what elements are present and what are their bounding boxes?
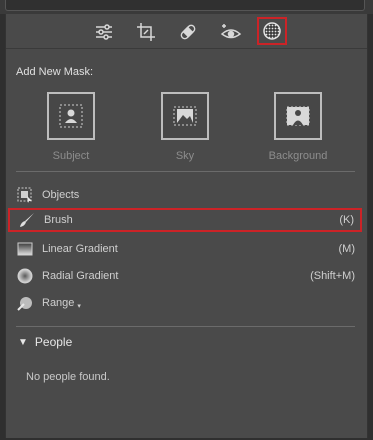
mask-circle-icon [263, 22, 281, 40]
people-section-header[interactable]: ▼ People [18, 335, 72, 349]
section-divider [16, 171, 355, 172]
range-tool[interactable]: Range ▾ [16, 291, 355, 315]
linear-gradient-tool[interactable]: Linear Gradient (M) [16, 237, 355, 261]
objects-label: Objects [42, 189, 80, 201]
top-strip-edge [5, 0, 365, 11]
people-divider [16, 326, 355, 327]
background-caption: Background [268, 150, 328, 162]
top-strip [0, 0, 373, 14]
radial-gradient-tool[interactable]: Radial Gradient (Shift+M) [16, 264, 355, 288]
people-empty-text: No people found. [26, 371, 110, 383]
red-eye-button[interactable] [216, 19, 246, 45]
people-title: People [34, 335, 73, 349]
crop-button[interactable] [131, 19, 161, 45]
objects-tool[interactable]: Objects [16, 183, 355, 207]
person-icon [59, 104, 83, 128]
linear-gradient-icon [16, 240, 34, 258]
collapse-triangle-icon: ▼ [18, 336, 28, 348]
crop-icon [137, 23, 155, 41]
objects-icon [16, 186, 34, 204]
radial-gradient-icon [16, 267, 34, 285]
subject-mask-button[interactable] [47, 92, 95, 140]
healing-button[interactable] [173, 19, 203, 45]
eye-icon [220, 24, 242, 39]
range-icon [16, 294, 34, 312]
range-dropdown-icon[interactable]: ▾ [77, 302, 81, 310]
sliders-icon [96, 24, 112, 40]
brush-shortcut: (K) [339, 214, 354, 226]
radial-gradient-shortcut: (Shift+M) [310, 270, 355, 282]
brush-tool[interactable]: Brush (K) [8, 208, 362, 232]
person-background-icon [286, 106, 310, 126]
background-mask-button[interactable] [274, 92, 322, 140]
add-new-mask-label: Add New Mask: [16, 66, 94, 78]
edit-sliders-button[interactable] [89, 19, 119, 45]
subject-caption: Subject [52, 150, 90, 162]
linear-gradient-shortcut: (M) [338, 243, 356, 255]
masking-panel: Add New Mask: Subject Sky Background Obj… [5, 14, 368, 438]
brush-label: Brush [44, 214, 73, 226]
range-label: Range [42, 297, 75, 309]
bandage-icon [180, 24, 196, 40]
radial-gradient-label: Radial Gradient [42, 270, 119, 282]
landscape-icon [173, 106, 197, 126]
edit-toolbar [6, 14, 367, 49]
brush-icon [18, 211, 36, 229]
linear-gradient-label: Linear Gradient [42, 243, 118, 255]
sky-mask-button[interactable] [161, 92, 209, 140]
sky-caption: Sky [175, 150, 195, 162]
masking-button[interactable] [257, 17, 287, 45]
